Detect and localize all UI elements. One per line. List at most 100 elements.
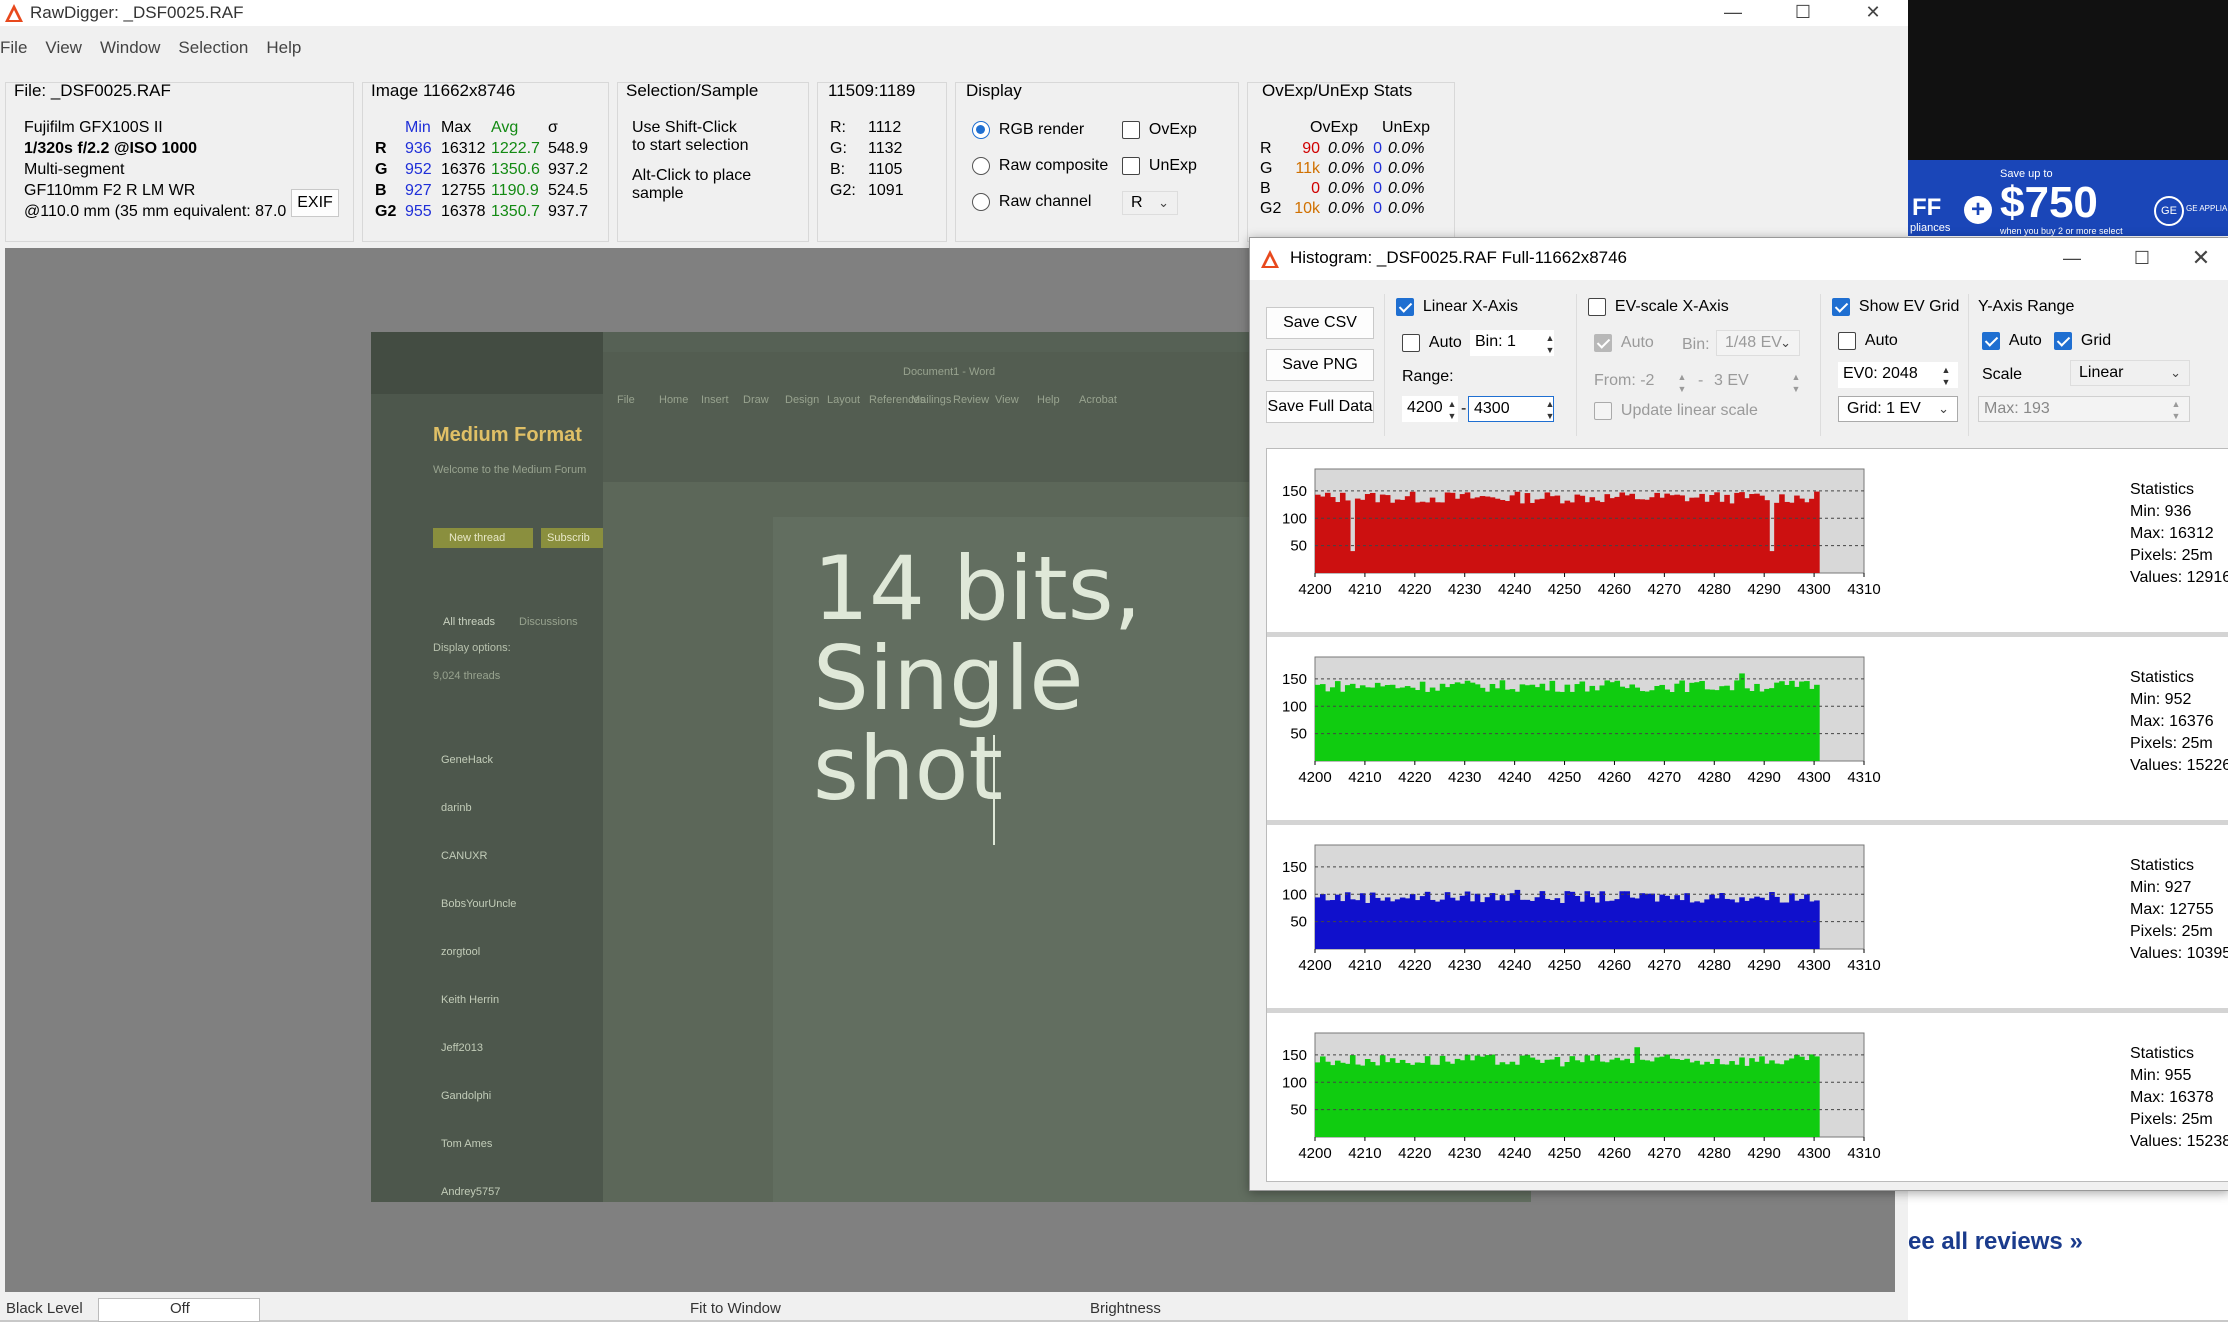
x-tick-label: 4290	[1747, 581, 1780, 598]
rgb-render-radio[interactable]	[972, 120, 990, 139]
menu-file[interactable]: File	[0, 38, 27, 58]
x-tick-label: 4250	[1548, 581, 1581, 598]
menu-window[interactable]: Window	[100, 38, 160, 58]
histogram-bar	[1629, 493, 1636, 573]
maximize-button[interactable]: ☐	[1768, 0, 1838, 26]
exif-button[interactable]: EXIF	[291, 189, 339, 217]
x-tick-label: 4230	[1448, 769, 1481, 786]
y-grid-checkbox[interactable]	[2054, 331, 2072, 350]
x-tick-label: 4270	[1648, 957, 1681, 974]
update-linear-checkbox[interactable]	[1594, 401, 1612, 420]
histogram-bar	[1754, 1061, 1760, 1137]
ad-left-text: FF	[1912, 194, 1942, 221]
ovexp-checkbox[interactable]	[1122, 120, 1140, 139]
unexp-option[interactable]: UnExp	[1122, 155, 1197, 176]
histogram-bar	[1809, 901, 1815, 949]
fit-window-select[interactable]: Fit to Window	[690, 1300, 781, 1317]
histogram-plots: 50 100 150 4200 4210 4220 4230 4240 4250 4260 4270…	[1266, 448, 2228, 1182]
range-from-spinner[interactable]: ▲ ▼	[1444, 398, 1460, 422]
range-to-spinner[interactable]: ▲ ▼	[1542, 398, 1558, 422]
x-tick-label: 4270	[1648, 1145, 1681, 1162]
linear-x-axis-option[interactable]: Linear X-Axis	[1396, 296, 1518, 317]
menu-selection[interactable]: Selection	[178, 38, 248, 58]
save-full-data-button[interactable]: Save Full Data	[1266, 391, 1374, 423]
unexp-count: 0	[1373, 140, 1382, 157]
histogram-bar	[1379, 494, 1386, 573]
raw-channel-radio[interactable]	[972, 192, 990, 211]
x-tick-label: 4310	[1847, 1145, 1880, 1162]
hist-minimize-button[interactable]: —	[2037, 246, 2107, 272]
histogram-bar	[1504, 900, 1511, 949]
linear-auto-checkbox[interactable]	[1402, 333, 1420, 352]
y-max-spinner[interactable]: ▲ ▼	[2168, 398, 2184, 422]
y-auto-checkbox[interactable]	[1982, 331, 2000, 350]
ev-scale-option[interactable]: EV-scale X-Axis	[1588, 296, 1729, 317]
bin-spinner[interactable]: ▲ ▼	[1542, 332, 1558, 356]
y-max-input[interactable]: Max: 193	[1978, 396, 2190, 422]
ev-to-spinner[interactable]: ▲ ▼	[1788, 371, 1804, 395]
raw-channel-option[interactable]: Raw channel	[972, 191, 1091, 212]
raw-channel-select[interactable]: R ⌄	[1122, 191, 1178, 215]
stats-pixels: Pixels: 25m	[2130, 547, 2213, 564]
histogram-bar	[1764, 500, 1770, 573]
ovexp-option[interactable]: OvExp	[1122, 119, 1197, 140]
x-tick-label: 4250	[1548, 1145, 1581, 1162]
raw-channel-value: R	[1131, 194, 1143, 211]
histogram-bar	[1374, 1065, 1381, 1137]
ev0-spinner[interactable]: ▲ ▼	[1938, 364, 1954, 388]
ev-auto-checkbox[interactable]	[1594, 333, 1612, 352]
unexp-checkbox[interactable]	[1122, 156, 1140, 175]
histogram-bar	[1424, 891, 1431, 949]
display-panel-title: Display	[966, 81, 1022, 100]
histogram-bar	[1554, 898, 1561, 949]
linear-auto-option[interactable]: Auto	[1402, 332, 1462, 353]
histogram-bar	[1369, 1061, 1376, 1137]
histogram-bar	[1549, 900, 1556, 949]
show-ev-grid-checkbox[interactable]	[1832, 297, 1850, 316]
update-linear-option[interactable]: Update linear scale	[1594, 400, 1758, 421]
histogram-bar	[1324, 1061, 1331, 1137]
see-all-reviews-link[interactable]: ee all reviews »	[1908, 1228, 2083, 1256]
scale-select[interactable]: Linear ⌄	[2070, 360, 2190, 386]
menu-help[interactable]: Help	[266, 38, 301, 58]
linear-x-axis-checkbox[interactable]	[1396, 297, 1414, 316]
histogram-bar	[1734, 680, 1740, 761]
histogram-bar	[1649, 690, 1655, 761]
ev-grid-auto-checkbox[interactable]	[1838, 331, 1856, 350]
histogram-bar	[1739, 492, 1745, 573]
histogram-bar	[1764, 1063, 1770, 1137]
ge-appliances-ad[interactable]: FF pliances + Save up to $750 when you b…	[1908, 160, 2228, 236]
hist-close-button[interactable]: ✕	[2166, 246, 2228, 272]
rgb-render-option[interactable]: RGB render	[972, 119, 1084, 140]
sample-values-panel: 11509:1189 R: 1112 G: 1132 B: 1105 G2: 1091	[817, 81, 947, 242]
avg-header: Avg	[491, 119, 519, 136]
histogram-svg: 50 100 150 4200 4210 4220 4230 4240 4250 4260 4270…	[1282, 1032, 1881, 1162]
ev-auto-label: Auto	[1620, 334, 1654, 351]
histogram-bar	[1489, 893, 1496, 949]
minimize-button[interactable]: —	[1698, 0, 1768, 26]
menu-view[interactable]: View	[45, 38, 82, 58]
ev-grid-auto-option[interactable]: Auto	[1838, 330, 1898, 351]
histogram-bar	[1709, 1064, 1715, 1137]
ev-scale-checkbox[interactable]	[1588, 297, 1606, 316]
exposure-info: 1/320s f/2.2 @ISO 1000	[24, 140, 198, 157]
y-auto-option[interactable]: Auto	[1982, 330, 2042, 351]
save-png-button[interactable]: Save PNG	[1266, 349, 1374, 381]
max-value: 16378	[441, 203, 486, 220]
ev-from-spinner[interactable]: ▲ ▼	[1674, 371, 1690, 395]
histogram-bar	[1604, 680, 1611, 761]
histogram-bar	[1689, 1062, 1695, 1137]
grid-ev-select[interactable]: Grid: 1 EV ⌄	[1838, 396, 1958, 422]
ev-bin-select[interactable]: 1/48 EV ⌄	[1716, 330, 1800, 356]
raw-composite-option[interactable]: Raw composite	[972, 155, 1108, 176]
sigma-value: 937.2	[548, 161, 589, 178]
close-button[interactable]: ✕	[1838, 0, 1908, 26]
save-csv-button[interactable]: Save CSV	[1266, 307, 1374, 339]
show-ev-grid-option[interactable]: Show EV Grid	[1832, 296, 1959, 317]
ad-amount: $750	[2000, 178, 2098, 227]
raw-composite-radio[interactable]	[972, 156, 990, 175]
histogram-bar	[1649, 1061, 1655, 1137]
ev-auto-option[interactable]: Auto	[1594, 332, 1654, 353]
y-grid-option[interactable]: Grid	[2054, 330, 2111, 351]
avg-value: 1190.9	[491, 182, 539, 199]
